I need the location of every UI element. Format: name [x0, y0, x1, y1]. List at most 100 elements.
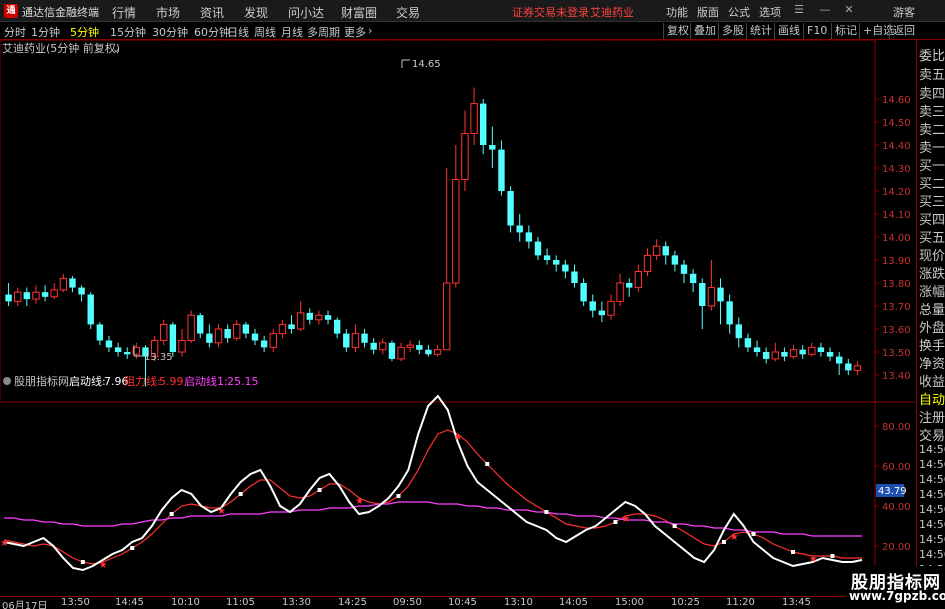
price-tick-label: 13.90: [882, 256, 911, 267]
period-15min[interactable]: 15分钟: [110, 24, 146, 40]
candle: [817, 342, 825, 357]
candle-body: [169, 324, 177, 352]
menu-formula[interactable]: 公式: [728, 4, 750, 20]
menu-trade[interactable]: 交易: [396, 4, 420, 21]
period-more[interactable]: 更多: [344, 24, 366, 40]
price-tick-label: 13.70: [882, 302, 911, 313]
menu-discover[interactable]: 发现: [244, 4, 268, 21]
time-tick: 11:05: [226, 597, 255, 608]
candle: [160, 319, 168, 346]
menu-function[interactable]: 功能: [666, 4, 688, 20]
indicator-legend: 股朋指标网 启动线: 7.96 阻力线: 5.99 启动线1: 25.15: [3, 374, 259, 388]
candle-body: [643, 254, 652, 272]
multistock-button[interactable]: 多股: [718, 23, 747, 39]
current-stock-name[interactable]: 艾迪药业: [590, 4, 634, 20]
period-tick[interactable]: 分时: [4, 24, 26, 40]
menu-layout[interactable]: 版面: [697, 4, 719, 20]
period-30min[interactable]: 30分钟: [152, 24, 188, 40]
chevron-right-icon[interactable]: ›: [368, 24, 372, 37]
quote-label: 买二: [919, 177, 945, 192]
overlay-button[interactable]: 叠加: [690, 23, 719, 39]
candle-body: [845, 363, 852, 371]
menu-ask-xiaoda[interactable]: 问小达: [288, 4, 324, 21]
candle-body: [553, 260, 560, 265]
candle: [13, 287, 22, 306]
candle-body: [589, 301, 596, 311]
trade-time: 14:56: [919, 533, 945, 546]
price-tick-label: 14.50: [882, 118, 911, 129]
candle: [206, 324, 213, 348]
candle: [425, 345, 432, 357]
skin-icon[interactable]: ☰: [792, 3, 806, 17]
mark-button[interactable]: 标记: [831, 23, 860, 39]
trade-label[interactable]: 交易: [919, 425, 945, 444]
candle-body: [124, 352, 131, 355]
back-button[interactable]: 返回: [889, 23, 918, 39]
candle-body: [607, 300, 615, 316]
candle: [753, 340, 761, 357]
period-multi[interactable]: 多周期: [307, 24, 340, 40]
resistance-marker: [830, 554, 835, 558]
candle-body: [333, 319, 341, 334]
candlestick-series: [5, 87, 862, 387]
period-1min[interactable]: 1分钟: [31, 24, 60, 40]
menu-market[interactable]: 市场: [156, 4, 180, 21]
candle-body: [324, 315, 332, 320]
draw-button[interactable]: 画线: [774, 23, 803, 39]
candle-body: [315, 314, 323, 321]
candle: [516, 214, 523, 242]
quote-label: 卖一: [919, 141, 945, 156]
period-60min[interactable]: 60分钟: [194, 24, 230, 40]
signal-star-marker: ★: [730, 532, 739, 543]
candle: [808, 342, 816, 357]
period-5min[interactable]: 5分钟: [70, 24, 99, 40]
price-tick-label: 13.60: [882, 325, 911, 336]
candle-body: [634, 271, 643, 289]
candle-body: [689, 273, 697, 283]
menu-news[interactable]: 资讯: [200, 4, 224, 21]
candle: [187, 310, 195, 343]
period-weekly[interactable]: 周线: [254, 24, 276, 40]
minimize-icon[interactable]: —: [818, 3, 832, 17]
time-tick: 14:05: [559, 597, 588, 608]
menu-wealth-circle[interactable]: 财富圈: [341, 4, 377, 21]
register-label[interactable]: 注册: [919, 407, 945, 426]
signal-star-marker: ★: [809, 554, 818, 565]
close-icon[interactable]: ✕: [842, 3, 856, 17]
high-price-label: 14.65: [412, 59, 441, 70]
resistance-marker: [396, 494, 401, 498]
candle-body: [717, 287, 724, 302]
quote-label: 涨跌: [919, 267, 945, 282]
guest-user[interactable]: 游客: [893, 4, 915, 20]
period-monthly[interactable]: 月线: [281, 24, 303, 40]
resistance-marker: [751, 532, 756, 536]
stats-button[interactable]: 统计: [746, 23, 775, 39]
app-logo-icon: 通: [4, 4, 18, 18]
indicator-tick-label: 40.00: [882, 502, 911, 513]
f10-button[interactable]: F10: [803, 23, 830, 39]
chart-area[interactable]: 14.60 14.50 14.40 14.30 14.20 14.10 14.00 13.90…: [0, 39, 915, 596]
candle: [498, 140, 505, 196]
auto-label[interactable]: 自动: [919, 389, 945, 408]
quote-label: 买三: [919, 195, 945, 210]
menu-options[interactable]: 选项: [759, 4, 781, 20]
candle: [406, 340, 414, 352]
trade-login-status[interactable]: 证券交易未登录: [512, 4, 589, 20]
settings-icon[interactable]: [3, 377, 11, 385]
candle-body: [160, 323, 168, 341]
candle-body: [789, 349, 798, 358]
price-tick-label: 14.00: [882, 233, 911, 244]
candle-body: [105, 340, 113, 348]
candle-body: [50, 289, 58, 298]
resistance-marker: [317, 488, 322, 492]
adjust-button[interactable]: 复权: [663, 23, 692, 39]
candle: [114, 342, 122, 357]
candle-body: [397, 346, 405, 360]
high-annotation: 14.65: [401, 59, 441, 70]
chevron-down-icon[interactable]: ⌄: [112, 44, 120, 55]
price-tick-label: 14.20: [882, 187, 911, 198]
candle-body: [78, 287, 85, 295]
trade-time: 14:56: [919, 518, 945, 531]
menu-market-quotes[interactable]: 行情: [112, 4, 136, 21]
period-daily[interactable]: 日线: [227, 24, 249, 40]
